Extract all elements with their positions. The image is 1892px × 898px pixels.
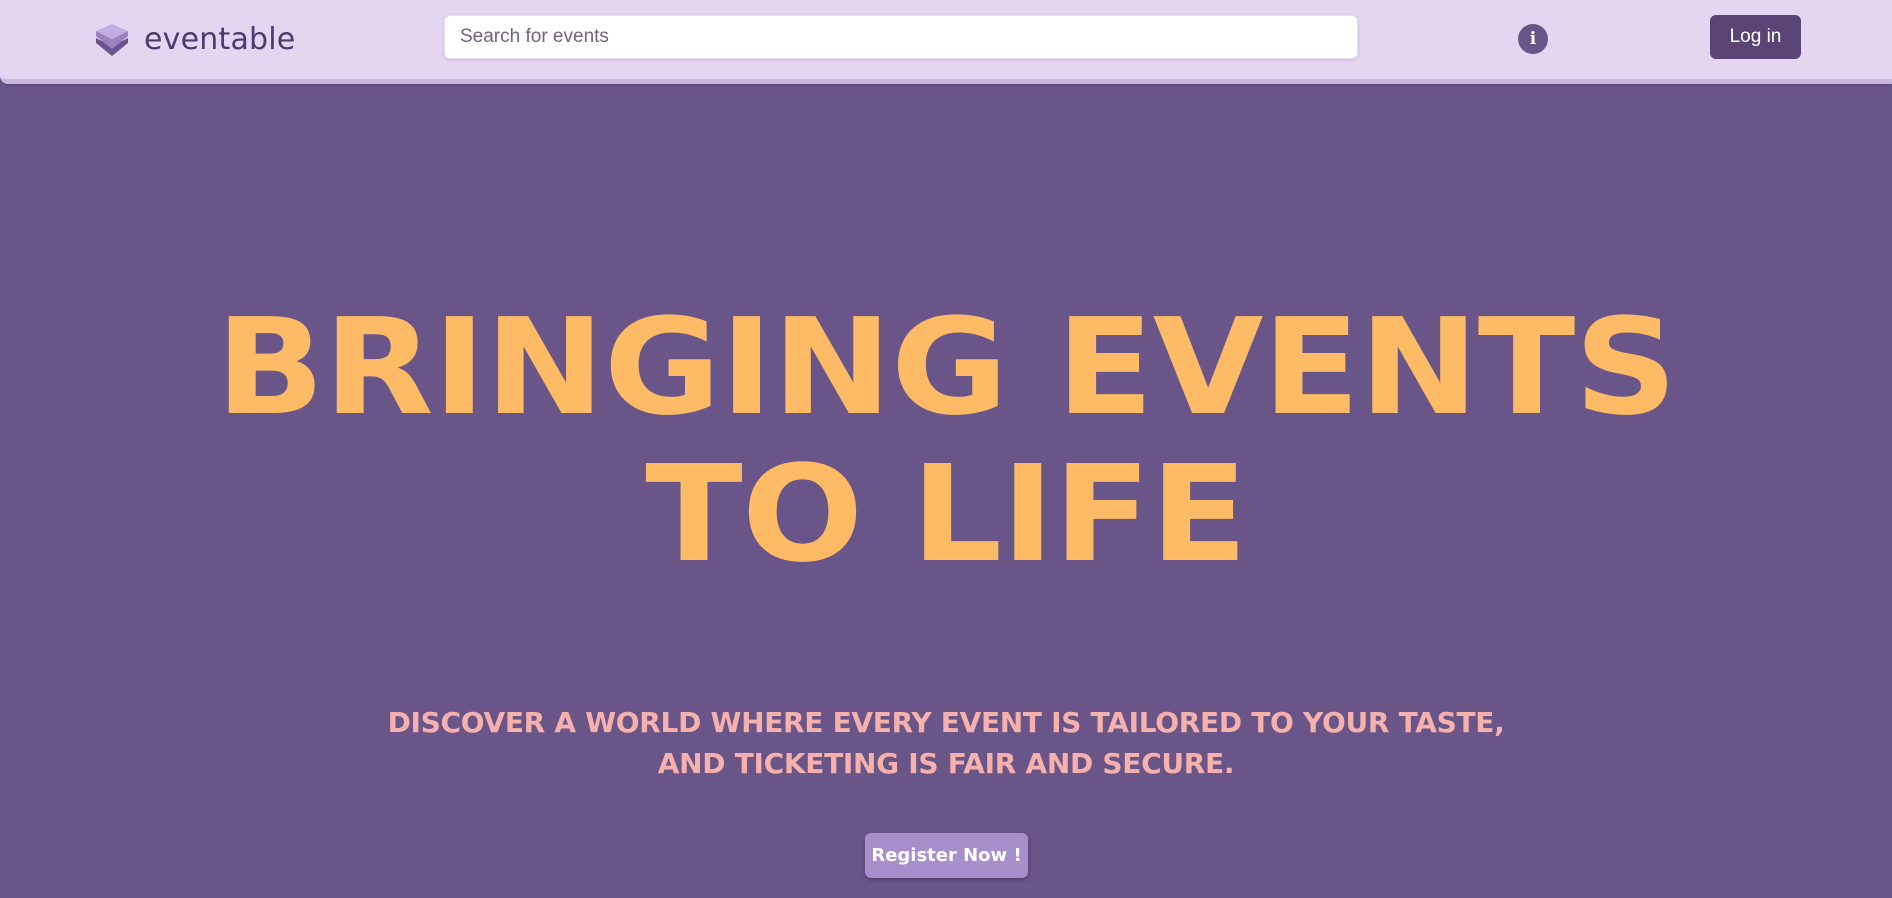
hero-subheadline-line-1: Discover a world where every event is ta… bbox=[387, 706, 1505, 739]
hero-headline-line-1: Bringing Events bbox=[215, 289, 1678, 445]
hero-subheadline: Discover a world where every event is ta… bbox=[0, 702, 1892, 784]
hero-section: Bringing Events to Life Discover a world… bbox=[0, 84, 1892, 898]
layers-icon bbox=[96, 24, 128, 56]
register-now-button[interactable]: Register Now ! bbox=[865, 833, 1028, 878]
hero-headline: Bringing Events to Life bbox=[0, 294, 1892, 588]
hero-subheadline-line-2: and ticketing is fair and secure. bbox=[657, 747, 1235, 780]
search-box[interactable] bbox=[444, 15, 1358, 59]
brand-name: eventable bbox=[144, 22, 296, 57]
info-button[interactable]: i bbox=[1518, 24, 1548, 54]
search-input[interactable] bbox=[460, 16, 1342, 58]
hero-headline-line-2: to Life bbox=[645, 436, 1248, 592]
brand-logo-link[interactable]: eventable bbox=[94, 20, 295, 60]
login-button[interactable]: Log in bbox=[1710, 15, 1801, 59]
top-navbar: eventable i Log in bbox=[0, 0, 1892, 84]
info-icon: i bbox=[1529, 28, 1537, 49]
